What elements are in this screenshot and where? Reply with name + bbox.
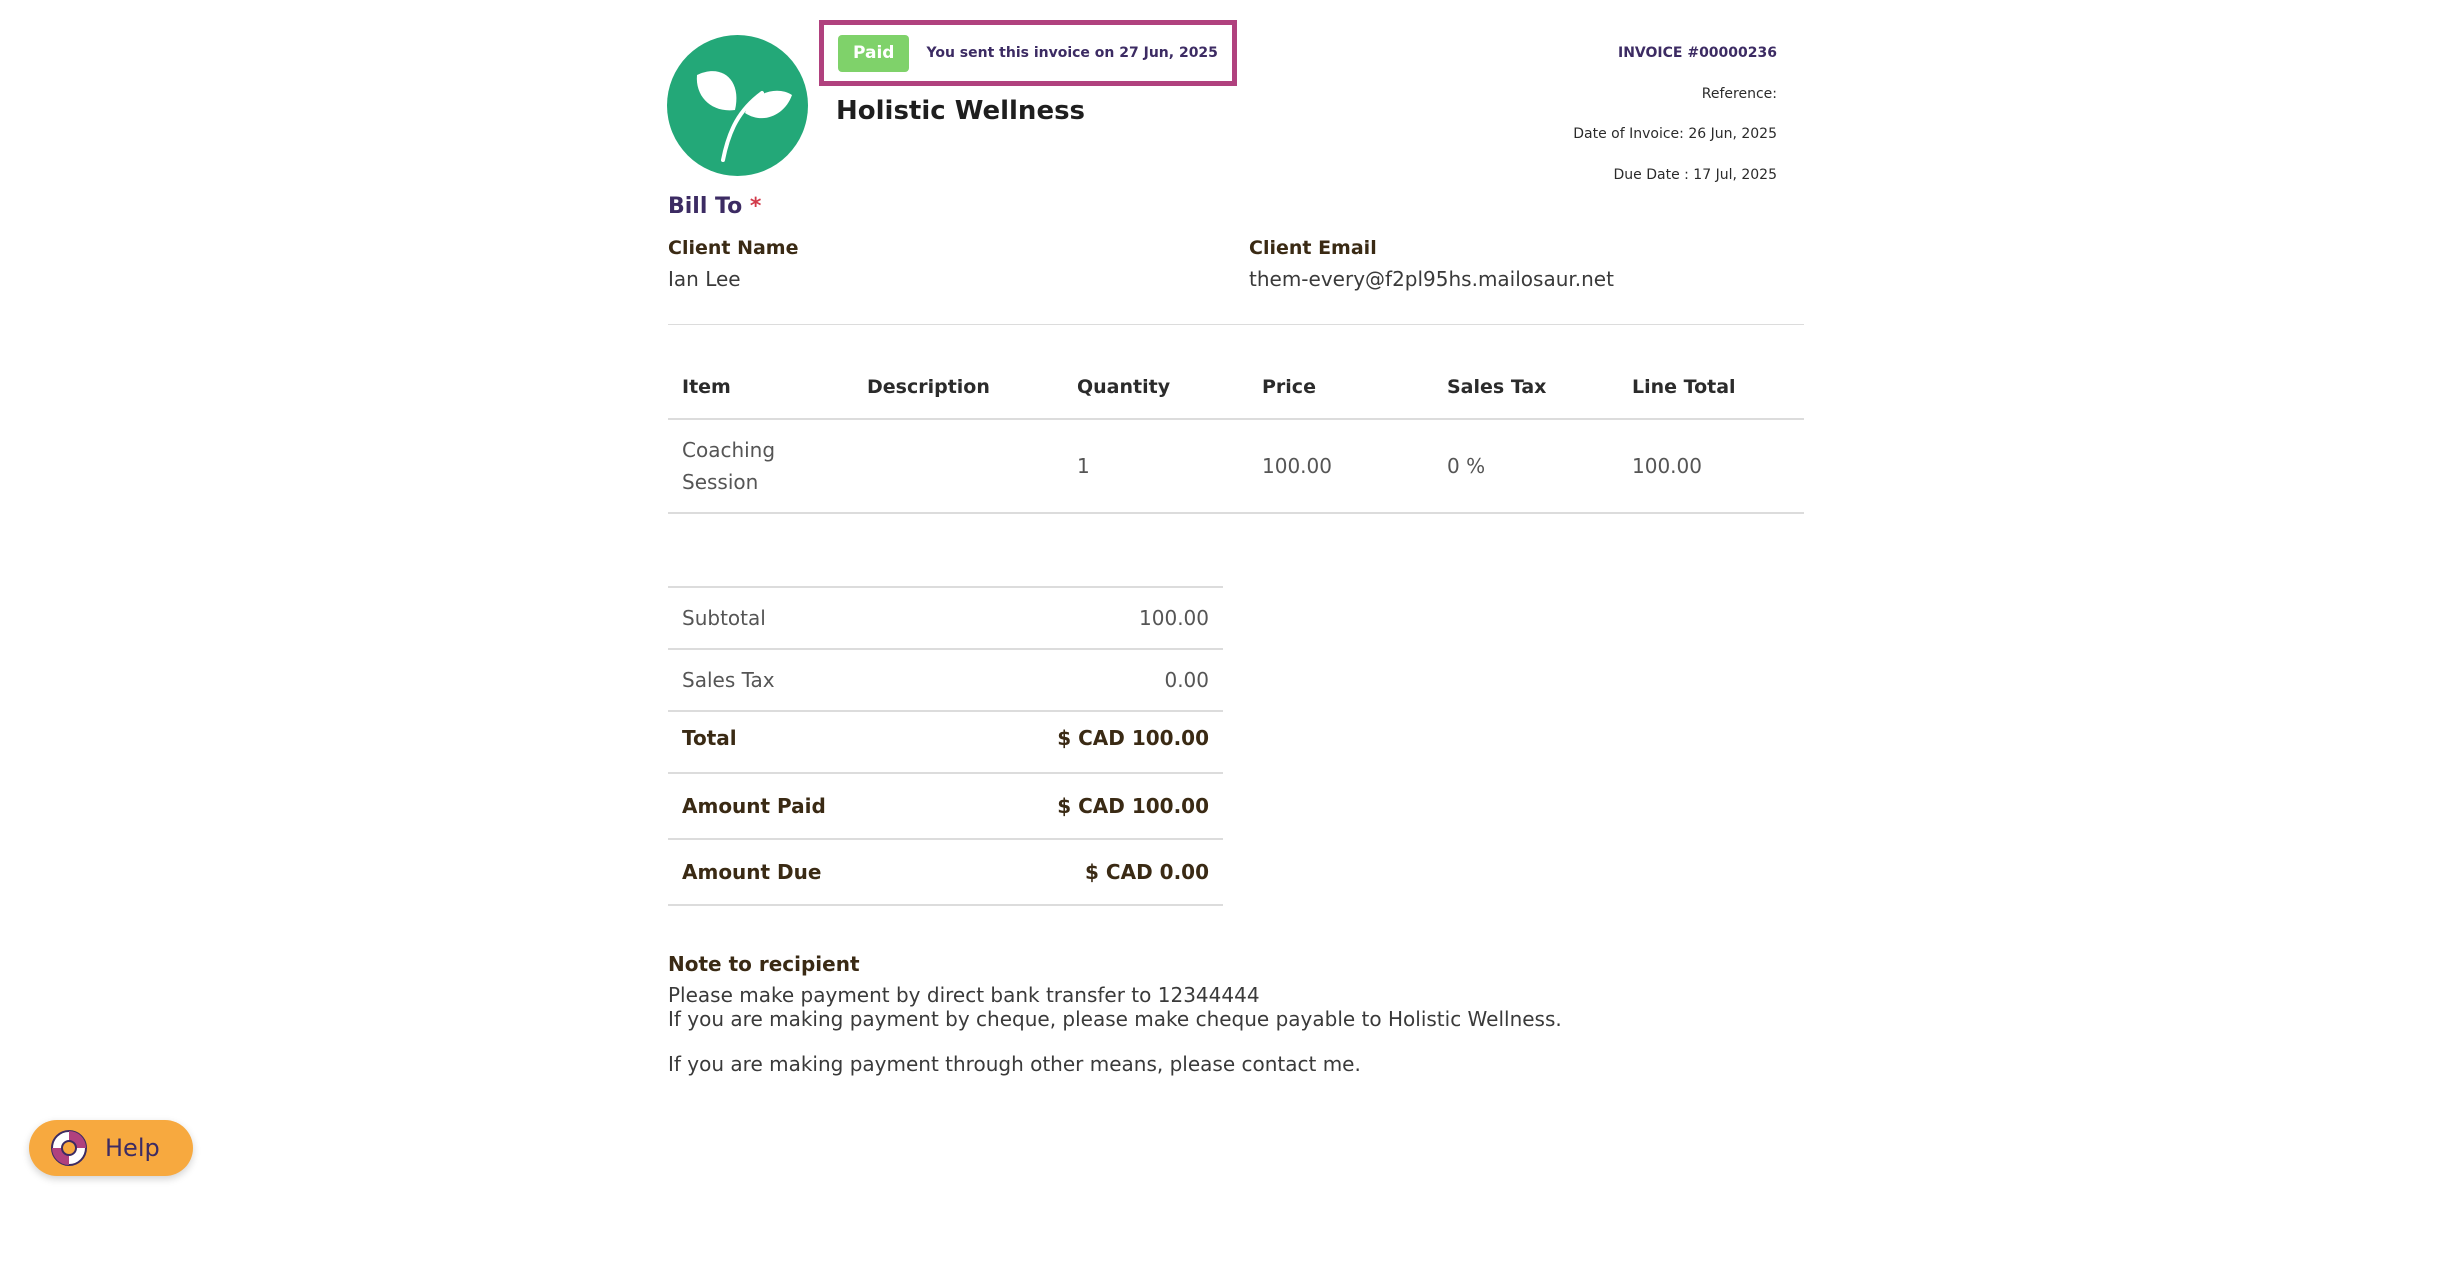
amount-paid-label: Amount Paid bbox=[682, 794, 826, 818]
subtotal-value: 100.00 bbox=[1139, 606, 1209, 630]
note-line-1: Please make payment by direct bank trans… bbox=[668, 983, 1260, 1007]
client-email-label: Client Email bbox=[1249, 237, 1377, 259]
amount-due-row: Amount Due $ CAD 0.00 bbox=[668, 840, 1223, 906]
invoice-meta: INVOICE #00000236 Reference: Date of Inv… bbox=[1573, 33, 1777, 195]
header-sales-tax: Sales Tax bbox=[1433, 356, 1618, 420]
table-header-row: Item Description Quantity Price Sales Ta… bbox=[668, 356, 1804, 420]
note-line-2: If you are making payment by cheque, ple… bbox=[668, 1007, 1562, 1031]
help-button[interactable]: Help bbox=[29, 1120, 193, 1176]
client-name-label: Client Name bbox=[668, 237, 799, 259]
bill-to-title: Bill To bbox=[668, 194, 743, 219]
help-label: Help bbox=[105, 1134, 160, 1162]
cell-quantity: 1 bbox=[1063, 419, 1248, 514]
required-asterisk: * bbox=[749, 194, 762, 219]
cell-description bbox=[853, 419, 1063, 514]
header-line-total: Line Total bbox=[1618, 356, 1804, 420]
invoice-date: Date of Invoice: 26 Jun, 2025 bbox=[1573, 126, 1777, 142]
sales-tax-label: Sales Tax bbox=[682, 668, 775, 692]
invoice-status-banner: Paid You sent this invoice on 27 Jun, 20… bbox=[819, 20, 1237, 86]
header-item: Item bbox=[668, 356, 853, 420]
amount-due-value: $ CAD 0.00 bbox=[1085, 860, 1209, 884]
line-items-table: Item Description Quantity Price Sales Ta… bbox=[668, 356, 1804, 514]
total-label: Total bbox=[682, 726, 737, 750]
sent-date-text: You sent this invoice on 27 Jun, 2025 bbox=[926, 45, 1218, 61]
invoice-due-date: Due Date : 17 Jul, 2025 bbox=[1613, 166, 1777, 183]
subtotal-row: Subtotal 100.00 bbox=[668, 588, 1223, 650]
cell-item: Coaching Session bbox=[668, 419, 853, 514]
table-row: Coaching Session 1 100.00 0 % 100.00 bbox=[668, 419, 1804, 514]
header-price: Price bbox=[1248, 356, 1433, 420]
item-name: Coaching Session bbox=[682, 438, 776, 494]
header-description: Description bbox=[853, 356, 1063, 420]
invoice-page: Paid You sent this invoice on 27 Jun, 20… bbox=[0, 0, 2453, 1284]
invoice-number: INVOICE #00000236 bbox=[1618, 45, 1777, 61]
client-email-value: them-every@f2pl95hs.mailosaur.net bbox=[1249, 267, 1614, 291]
cell-sales-tax: 0 % bbox=[1433, 419, 1618, 514]
amount-due-label: Amount Due bbox=[682, 860, 822, 884]
paid-status-badge: Paid bbox=[838, 34, 910, 72]
leaf-sprout-icon bbox=[696, 71, 792, 162]
invoice-reference: Reference: bbox=[1701, 85, 1777, 102]
business-name: Holistic Wellness bbox=[836, 96, 1086, 126]
note-line-3: If you are making payment through other … bbox=[668, 1052, 1361, 1076]
note-title: Note to recipient bbox=[668, 952, 860, 976]
total-value: $ CAD 100.00 bbox=[1057, 726, 1209, 750]
sales-tax-value: 0.00 bbox=[1164, 668, 1209, 692]
cell-price: 100.00 bbox=[1248, 419, 1433, 514]
total-row: Total $ CAD 100.00 bbox=[668, 712, 1223, 774]
subtotal-label: Subtotal bbox=[682, 606, 766, 630]
client-name-value: Ian Lee bbox=[668, 267, 741, 291]
lifebuoy-icon bbox=[51, 1130, 87, 1166]
bill-to-heading: Bill To * bbox=[668, 194, 761, 219]
amount-paid-row: Amount Paid $ CAD 100.00 bbox=[668, 774, 1223, 840]
business-logo bbox=[667, 35, 808, 176]
cell-line-total: 100.00 bbox=[1618, 419, 1804, 514]
sales-tax-row: Sales Tax 0.00 bbox=[668, 650, 1223, 712]
header-quantity: Quantity bbox=[1063, 356, 1248, 420]
amount-paid-value: $ CAD 100.00 bbox=[1057, 794, 1209, 818]
section-divider bbox=[668, 324, 1804, 325]
totals-table: Subtotal 100.00 Sales Tax 0.00 Total $ C… bbox=[668, 586, 1223, 906]
